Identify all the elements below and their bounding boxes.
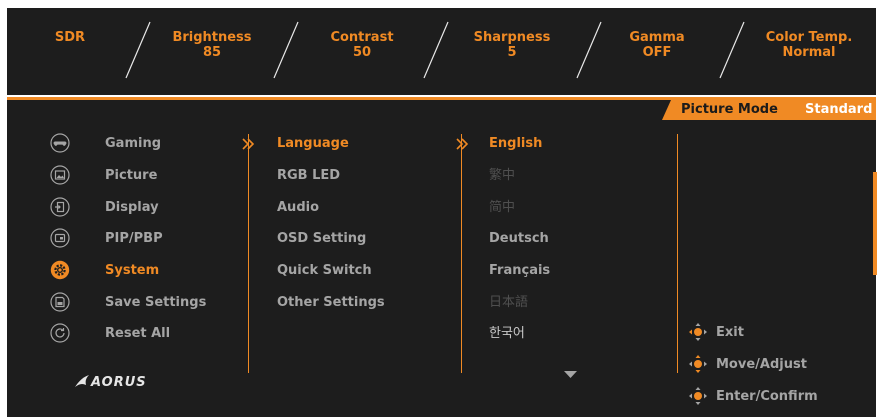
menu-item-reset-all[interactable]: Reset All [105,326,170,342]
status-gamma-value: OFF [642,45,672,60]
picture-mode-label: Picture Mode [681,102,778,117]
picture-icon [50,165,70,185]
submenu-quick-switch[interactable]: Quick Switch [277,263,372,279]
status-sharpness: Sharpness 5 [452,30,572,60]
status-contrast-label: Contrast [330,30,394,45]
osd-menu: SDR Brightness 85 Contrast 50 Sharpness … [0,0,877,417]
menu-item-gaming[interactable]: Gaming [105,136,161,152]
divider-slash [125,21,151,79]
column-divider [248,134,249,373]
joystick-exit-icon [689,323,707,341]
option-francais[interactable]: Français [489,263,550,279]
column-divider [461,134,462,373]
status-gamma-label: Gamma [629,30,685,45]
option-english[interactable]: English [489,136,542,152]
status-contrast-value: 50 [352,45,372,60]
joystick-move-icon [689,355,707,373]
status-sharpness-label: Sharpness [473,30,551,45]
help-exit: Exit [716,325,744,340]
status-brightness: Brightness 85 [152,30,272,60]
option-korean[interactable]: 한국어 [489,326,525,342]
aorus-logo: AORUS [75,375,147,390]
option-simplified-chinese[interactable]: 简中 [489,200,515,216]
status-sharpness-value: 5 [507,45,517,60]
status-gamma: Gamma OFF [597,30,717,60]
status-brightness-label: Brightness [172,30,252,45]
status-color-temp: Color Temp. Normal [749,30,869,60]
menu-item-display[interactable]: Display [105,200,159,216]
display-input-icon [50,197,70,217]
status-brightness-value: 85 [202,45,222,60]
save-icon [50,292,70,312]
picture-mode-value: Standard [805,102,873,117]
menu-item-picture[interactable]: Picture [105,168,157,184]
option-japanese[interactable]: 日本語 [489,295,528,311]
divider-slash [273,21,299,79]
submenu-osd-setting[interactable]: OSD Setting [277,231,366,247]
status-contrast: Contrast 50 [302,30,422,60]
logo-text: AORUS [90,375,147,390]
status-sdr: SDR [10,30,130,45]
menu-item-pip-pbp[interactable]: PIP/PBP [105,231,163,247]
help-enter-confirm: Enter/Confirm [716,389,818,404]
gear-icon [50,260,70,280]
menu-item-save-settings[interactable]: Save Settings [105,295,206,311]
submenu-audio[interactable]: Audio [277,200,319,216]
joystick-enter-icon [689,387,707,405]
status-color-temp-value: Normal [782,45,836,60]
option-traditional-chinese[interactable]: 繁中 [489,168,515,184]
divider-slash [719,21,745,79]
chevron-right-icon [456,138,469,150]
option-deutsch[interactable]: Deutsch [489,231,549,247]
submenu-other-settings[interactable]: Other Settings [277,295,385,311]
reset-icon [50,323,70,343]
divider-slash [576,21,602,79]
column-divider [677,134,678,373]
menu-item-system[interactable]: System [105,263,159,279]
status-sdr-label: SDR [54,30,86,45]
gamepad-icon [50,133,70,153]
status-color-temp-label: Color Temp. [765,30,853,45]
submenu-rgb-led[interactable]: RGB LED [277,168,340,184]
help-move-adjust: Move/Adjust [716,357,807,372]
pip-icon [50,228,70,248]
chevron-right-icon [242,138,255,150]
submenu-language[interactable]: Language [277,136,349,152]
scroll-down-icon[interactable] [564,371,577,379]
scroll-indicator [873,172,877,275]
divider-slash [423,21,449,79]
